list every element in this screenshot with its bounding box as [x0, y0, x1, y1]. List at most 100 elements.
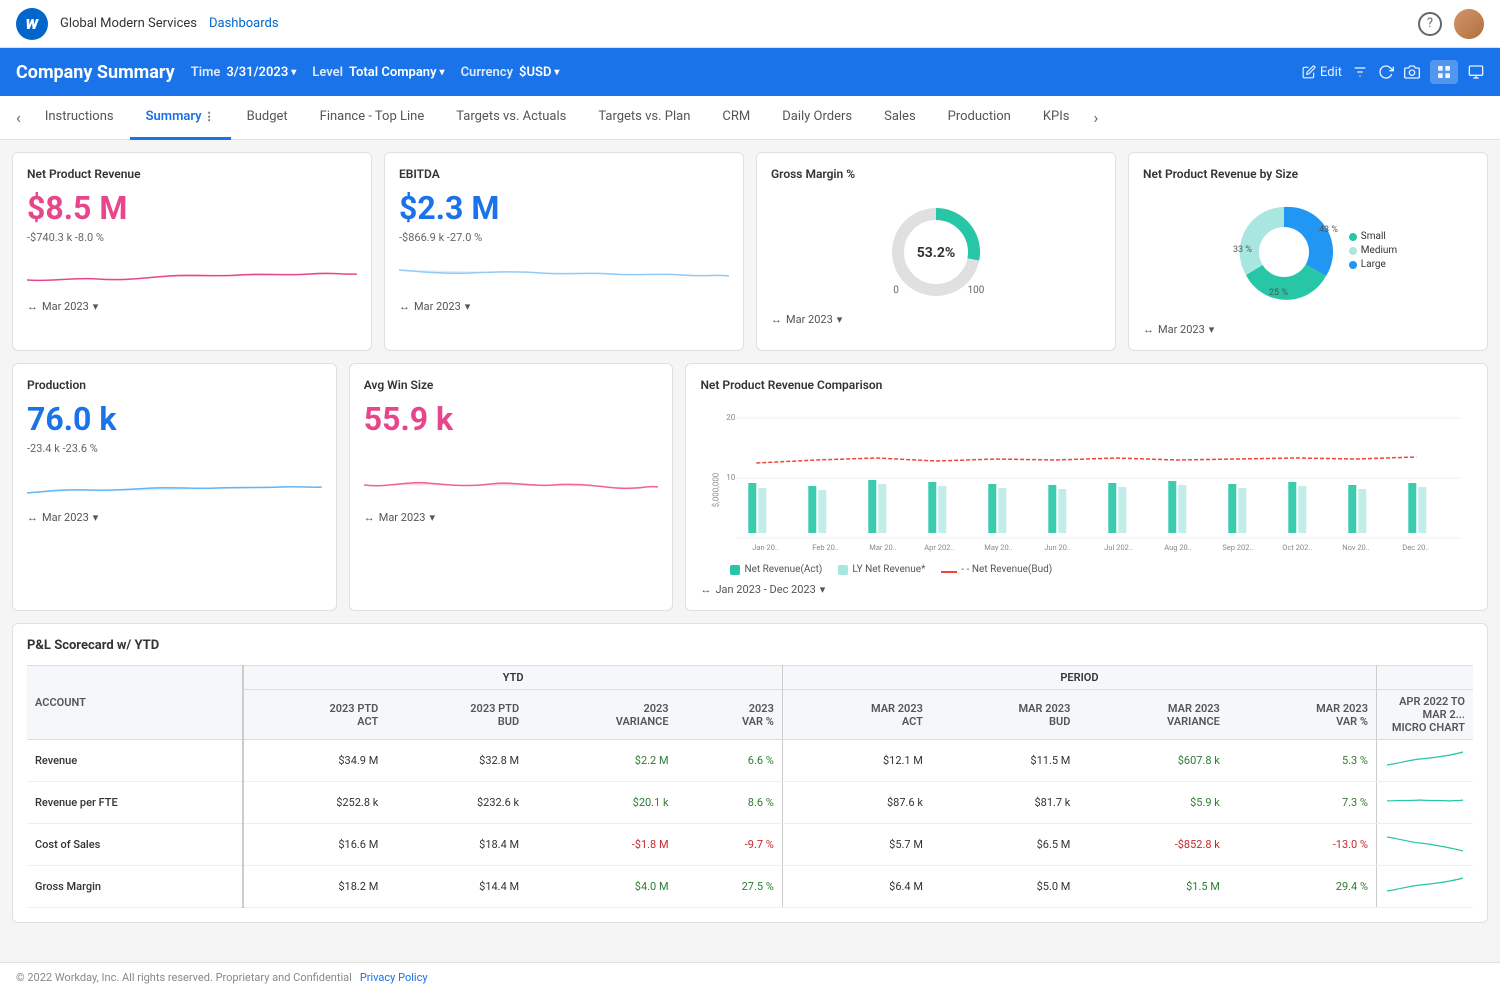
tab-kpis[interactable]: KPIs: [1027, 96, 1086, 140]
svg-text:Jun 20..: Jun 20..: [1045, 543, 1072, 552]
refresh-icon[interactable]: [1378, 64, 1394, 80]
tab-summary[interactable]: Summary ⋮: [130, 96, 231, 140]
tab-budget[interactable]: Budget: [231, 96, 304, 140]
nav-right: ?: [1418, 9, 1484, 39]
tab-targets-actuals[interactable]: Targets vs. Actuals: [440, 96, 582, 140]
svg-text:25 %: 25 %: [1269, 288, 1288, 298]
col-ytd-var: 2023VARIANCE: [527, 690, 676, 740]
card-production-footer[interactable]: ↔ Mar 2023 ▾: [27, 511, 322, 524]
legend-dot-small: [1349, 233, 1357, 241]
level-filter: Level Total Company ▾: [312, 65, 444, 80]
cell-ytd-varp: 27.5 %: [677, 866, 783, 908]
legend-label-medium: Medium: [1361, 245, 1397, 256]
cell-ytd-var: $4.0 M: [527, 866, 676, 908]
footer-arrow-icon-7: ↔: [700, 583, 711, 596]
svg-text:Feb 20..: Feb 20..: [813, 543, 840, 552]
help-icon[interactable]: ?: [1418, 12, 1442, 36]
ebitda-sparkline: [399, 252, 729, 292]
card-ebitda-footer[interactable]: ↔ Mar 2023 ▾: [399, 300, 729, 313]
scorecard-title: P&L Scorecard w/ YTD: [27, 638, 1473, 653]
scorecard: P&L Scorecard w/ YTD ACCOUNT YTD PERIOD …: [12, 623, 1488, 923]
cell-per-var: $1.5 M: [1078, 866, 1227, 908]
filter-icon[interactable]: [1352, 64, 1368, 80]
level-value[interactable]: Total Company ▾: [349, 65, 445, 80]
cell-per-varp: -13.0 %: [1228, 824, 1377, 866]
footer-chevron-icon-3: ▾: [837, 313, 843, 326]
present-icon[interactable]: [1468, 64, 1484, 80]
footer-chevron-icon-6: ▾: [430, 511, 436, 524]
camera-icon[interactable]: [1404, 64, 1420, 80]
cell-ytd-bud: $14.4 M: [386, 866, 527, 908]
footer-arrow-icon-5: ↔: [27, 511, 38, 524]
page-title: Company Summary: [16, 62, 175, 83]
card-revenue-by-size-title: Net Product Revenue by Size: [1143, 167, 1473, 181]
card-ebitda-title: EBITDA: [399, 167, 729, 181]
card-avg-win-size-value: 55.9 k: [364, 400, 659, 438]
cell-micro-chart: [1377, 782, 1474, 824]
tab-prev-arrow[interactable]: ‹: [8, 100, 29, 135]
cell-micro-chart: [1377, 866, 1474, 908]
cell-per-varp: 29.4 %: [1228, 866, 1377, 908]
card-net-product-revenue-title: Net Product Revenue: [27, 167, 357, 181]
cell-per-bud: $6.5 M: [931, 824, 1078, 866]
card-gross-margin: Gross Margin % 53.2% 0 100 ↔ Mar 2023 ▾: [756, 152, 1116, 351]
svg-text:Apr 202..: Apr 202..: [925, 543, 955, 552]
cell-per-bud: $5.0 M: [931, 866, 1078, 908]
svg-text:Dec 20..: Dec 20..: [1403, 543, 1430, 552]
cell-ytd-act: $34.9 M: [243, 740, 386, 782]
legend-large: Large: [1349, 259, 1397, 270]
micro-chart-svg: [1385, 787, 1465, 815]
col-per-bud: MAR 2023BUD: [931, 690, 1078, 740]
edit-button[interactable]: Edit: [1302, 65, 1342, 80]
col-ytd-act: 2023 PTDACT: [243, 690, 386, 740]
footer-arrow-icon: ↔: [27, 300, 38, 313]
tab-production[interactable]: Production: [932, 96, 1027, 140]
cell-micro-chart: [1377, 824, 1474, 866]
svg-text:Mar 20..: Mar 20..: [870, 543, 897, 552]
tab-next-arrow[interactable]: ›: [1085, 100, 1106, 135]
header-bar: Company Summary Time 3/31/2023 ▾ Level T…: [0, 48, 1500, 96]
card-net-product-revenue-delta: -$740.3 k -8.0 %: [27, 231, 357, 244]
user-avatar[interactable]: [1454, 9, 1484, 39]
top-nav: w Global Modern Services Dashboards ?: [0, 0, 1500, 48]
footer-privacy-link[interactable]: Privacy Policy: [360, 971, 428, 984]
col-account: ACCOUNT: [27, 666, 243, 740]
currency-value[interactable]: $USD ▾: [519, 65, 559, 80]
svg-text:Jan 20..: Jan 20..: [753, 543, 780, 552]
col-group-micro: [1377, 666, 1474, 690]
card-avg-win-size-footer[interactable]: ↔ Mar 2023 ▾: [364, 511, 659, 524]
grid-icon[interactable]: [1430, 60, 1458, 84]
legend-label-bud: - - Net Revenue(Bud): [961, 564, 1052, 575]
currency-filter: Currency $USD ▾: [461, 65, 560, 80]
scorecard-table: ACCOUNT YTD PERIOD 2023 PTDACT 2023 PTDB…: [27, 665, 1473, 908]
scorecard-tbody: Revenue $34.9 M $32.8 M $2.2 M 6.6 % $12…: [27, 740, 1473, 908]
tab-finance-top-line[interactable]: Finance - Top Line: [304, 96, 441, 140]
nav-dashboards-link[interactable]: Dashboards: [209, 16, 279, 31]
time-value[interactable]: 3/31/2023 ▾: [226, 65, 296, 80]
svg-text:May 20..: May 20..: [985, 543, 1013, 552]
cell-per-varp: 7.3 %: [1228, 782, 1377, 824]
card-revenue-by-size-footer[interactable]: ↔ Mar 2023 ▾: [1143, 323, 1473, 336]
level-chevron-icon: ▾: [440, 67, 445, 78]
tab-crm[interactable]: CRM: [706, 96, 766, 140]
legend-color-act: [730, 565, 740, 575]
col-ytd-bud: 2023 PTDBUD: [386, 690, 527, 740]
avg-win-size-sparkline: [364, 463, 659, 503]
tab-daily-orders[interactable]: Daily Orders: [766, 96, 868, 140]
card-gross-margin-footer[interactable]: ↔ Mar 2023 ▾: [771, 313, 1101, 326]
dashboard: Net Product Revenue $8.5 M -$740.3 k -8.…: [0, 140, 1500, 962]
gross-margin-donut: 53.2% 0 100: [771, 189, 1101, 305]
cell-ytd-bud: $232.6 k: [386, 782, 527, 824]
currency-label: Currency: [461, 65, 513, 80]
tab-instructions[interactable]: Instructions: [29, 96, 130, 140]
tab-sales[interactable]: Sales: [868, 96, 932, 140]
tab-targets-plan[interactable]: Targets vs. Plan: [582, 96, 706, 140]
card-revenue-by-size: Net Product Revenue by Size 43 % 33 %: [1128, 152, 1488, 351]
card-net-product-revenue-footer[interactable]: ↔ Mar 2023 ▾: [27, 300, 357, 313]
workday-logo: w: [16, 8, 48, 40]
card-net-product-revenue: Net Product Revenue $8.5 M -$740.3 k -8.…: [12, 152, 372, 351]
level-label: Level: [312, 65, 343, 80]
cell-account: Gross Margin: [27, 866, 243, 908]
card-net-revenue-comparison-footer[interactable]: ↔ Jan 2023 - Dec 2023 ▾: [700, 583, 1473, 596]
cell-per-act: $5.7 M: [782, 824, 931, 866]
